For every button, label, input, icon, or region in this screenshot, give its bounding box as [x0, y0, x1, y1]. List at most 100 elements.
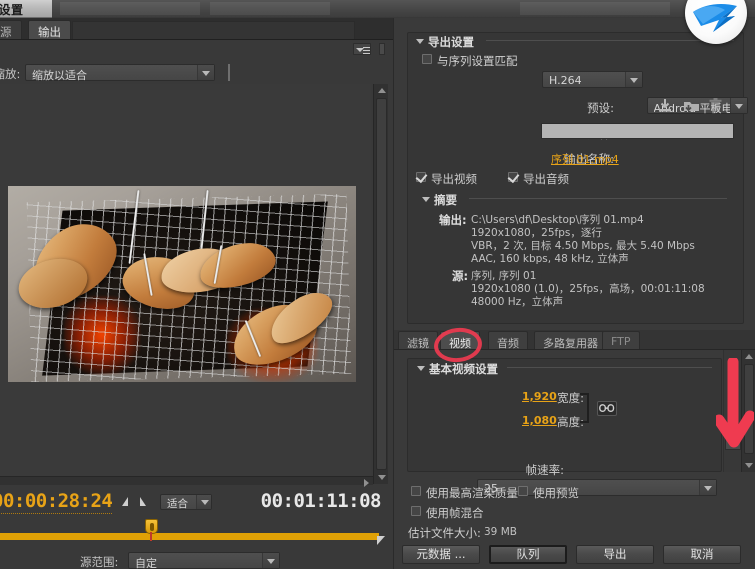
tab-audio[interactable]: 音频: [488, 331, 528, 350]
chevron-down-icon: [197, 65, 214, 80]
scrubber-end-marker[interactable]: [377, 536, 385, 545]
comment-input[interactable]: [541, 123, 734, 139]
scrollbar-thumb[interactable]: [376, 98, 387, 470]
export-video-checkbox[interactable]: [416, 172, 426, 182]
tab-multiplexer-label: 多路复用器: [543, 337, 598, 350]
delete-preset-icon: [709, 98, 727, 114]
group-rule: [469, 198, 727, 199]
panel-menu-edge: [379, 43, 385, 55]
export-button-label: 导出: [603, 547, 627, 561]
source-output-panel: 源 输出 源缩放: 缩放以适合: [0, 18, 393, 569]
tab-source[interactable]: 源: [0, 20, 22, 39]
scroll-down-icon[interactable]: [745, 463, 753, 468]
frame-blending-checkbox[interactable]: [411, 506, 421, 516]
fit-dropdown-value: 适合: [167, 498, 188, 510]
queue-button[interactable]: 队列: [489, 545, 567, 564]
preview-tab-bar: 源 输出: [0, 18, 393, 40]
menu-lines-icon: [363, 47, 370, 54]
preset-label: 预设:: [587, 101, 614, 115]
summary-source-label: 源:: [452, 269, 469, 283]
format-dropdown[interactable]: H.264: [542, 71, 643, 88]
scrollbar-thumb[interactable]: [744, 364, 754, 454]
save-preset-icon[interactable]: [657, 98, 675, 114]
scroll-up-icon[interactable]: [378, 88, 386, 93]
source-scale-dropdown[interactable]: 缩放以适合: [25, 64, 215, 82]
use-preview-label: 使用预览: [533, 486, 579, 500]
tab-audio-label: 音频: [497, 337, 519, 350]
preview-vertical-scrollbar[interactable]: [373, 84, 388, 484]
video-preview-image: [8, 186, 356, 382]
chevron-down-icon: [196, 495, 211, 509]
summary-output-label: 输出:: [439, 213, 467, 227]
link-aspect-ratio-icon[interactable]: [597, 401, 617, 416]
current-timecode[interactable]: 00:00:28:24: [0, 490, 113, 514]
tab-ftp-label: FTP: [611, 335, 631, 348]
tab-multiplexer[interactable]: 多路复用器: [534, 331, 607, 350]
blue-bird-logo-icon: [685, 0, 747, 44]
settings-vertical-scrollbar[interactable]: [741, 350, 755, 472]
cancel-button[interactable]: 取消: [663, 545, 741, 564]
tab-video-label: 视频: [449, 337, 471, 350]
fit-dropdown[interactable]: 适合: [160, 494, 212, 510]
title-bar-segment: [210, 2, 330, 15]
panel-menu-icon[interactable]: [353, 43, 371, 55]
export-settings-window: 出设置 源 输出 源缩放: 缩放以适合: [0, 0, 755, 569]
tab-video[interactable]: 视频: [440, 331, 480, 350]
total-duration-timecode: 00:01:11:08: [260, 490, 382, 512]
max-render-quality-checkbox[interactable]: [411, 486, 421, 496]
inner-dropdown-button[interactable]: [725, 436, 741, 450]
metadata-button-label: 元数据 ...: [416, 547, 466, 561]
cancel-button-label: 取消: [690, 547, 714, 561]
scroll-up-icon[interactable]: [745, 354, 753, 359]
title-bar-segment: [60, 2, 200, 15]
preview-horizontal-scrollbar[interactable]: [0, 476, 373, 487]
export-settings-title: 导出设置: [428, 35, 474, 49]
summary-twirl-down-icon[interactable]: [422, 197, 430, 202]
import-preset-icon[interactable]: [683, 98, 701, 114]
export-settings-panel: 导出设置 与序列设置匹配 格式: H.264 预设: Android 平板电..…: [393, 18, 755, 569]
twirl-down-icon[interactable]: [416, 39, 424, 44]
use-preview-checkbox[interactable]: [518, 486, 528, 496]
max-render-quality-label: 使用最高渲染质量: [426, 486, 518, 500]
frame-rate-label: 帧速率:: [525, 463, 564, 477]
tab-bar-filler: [72, 21, 355, 39]
mark-in-icon[interactable]: [122, 497, 128, 506]
tab-ftp[interactable]: FTP: [602, 331, 640, 349]
scroll-right-icon[interactable]: [364, 479, 369, 487]
summary-source-line-2: 48000 Hz，立体声: [471, 296, 564, 308]
tab-output[interactable]: 输出: [28, 20, 71, 39]
tab-filters[interactable]: 滤镜: [398, 331, 438, 350]
basic-video-settings-title: 基本视频设置: [429, 362, 498, 376]
source-range-label: 源范围:: [80, 555, 119, 569]
metadata-button[interactable]: 元数据 ...: [402, 545, 480, 564]
match-sequence-checkbox[interactable]: [422, 54, 432, 64]
export-audio-label: 导出音频: [523, 172, 569, 186]
mark-out-icon[interactable]: [140, 497, 146, 506]
format-value: H.264: [549, 74, 582, 87]
source-scale-label: 源缩放:: [0, 67, 21, 81]
tab-output-label: 输出: [38, 25, 61, 39]
export-audio-checkbox[interactable]: [508, 172, 518, 182]
export-video-label: 导出视频: [431, 172, 477, 186]
timeline-scrubber[interactable]: [0, 533, 379, 540]
settings-inner-column: [723, 350, 741, 472]
estimated-size-value: 39 MB: [484, 526, 517, 538]
timecode-row: 00:00:28:24 适合 00:01:11:08: [0, 488, 393, 518]
tab-source-label: 源: [0, 25, 12, 39]
aspect-bracket: [580, 393, 589, 423]
width-value[interactable]: 1,920: [522, 390, 557, 403]
preview-viewer: [0, 84, 371, 484]
source-scale-value: 缩放以适合: [32, 69, 87, 82]
summary-output-line-3: AAC, 160 kbps, 48 kHz, 立体声: [471, 253, 629, 265]
chevron-down-icon: [262, 553, 279, 568]
source-range-dropdown[interactable]: 自定: [128, 552, 280, 569]
output-name-value[interactable]: 序列 01.mp4: [551, 151, 619, 167]
group-rule: [507, 367, 712, 368]
height-value[interactable]: 1,080: [522, 414, 557, 427]
chevron-down-icon: [729, 98, 747, 113]
basic-video-twirl-down-icon[interactable]: [417, 366, 425, 371]
source-range-value: 自定: [135, 557, 157, 569]
divider: [228, 64, 230, 81]
scroll-down-icon[interactable]: [378, 475, 386, 480]
export-button[interactable]: 导出: [576, 545, 654, 564]
